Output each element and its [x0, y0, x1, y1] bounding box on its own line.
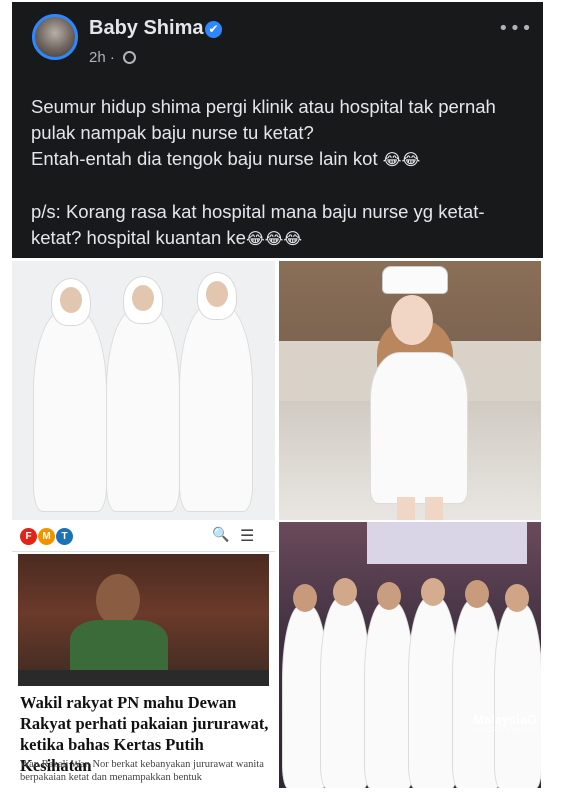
nurse-figure [453, 600, 501, 788]
logo-letter: M [38, 528, 55, 545]
nurse-face [421, 578, 445, 606]
event-banner [367, 522, 527, 564]
avatar[interactable] [32, 14, 78, 60]
post-body: Seumur hidup shima pergi klinik atau hos… [31, 96, 496, 169]
face [391, 295, 433, 345]
leg [397, 497, 415, 520]
verified-badge-icon: ✔ [205, 21, 222, 38]
nurse-face [465, 580, 489, 608]
photo-group-nurses[interactable]: MalaysiaG INDORE2A HARIAN [279, 522, 541, 788]
watermark: MalaysiaG [473, 712, 538, 727]
separator: · [109, 49, 115, 66]
nurse-group [279, 578, 541, 788]
author-name[interactable]: Baby Shima [89, 17, 203, 40]
nurse-figure [34, 311, 106, 511]
nurse-figure [180, 305, 252, 511]
globe-icon [123, 51, 136, 64]
nurse-face [132, 285, 154, 311]
nurse-figure [365, 602, 413, 788]
logo-letter: F [20, 528, 37, 545]
nurse-face [206, 281, 228, 307]
nurse-figure [321, 598, 369, 788]
facebook-post: Baby Shima ✔ 2h · ••• Seumur hidup shima… [12, 2, 543, 258]
nurse-face [377, 582, 401, 610]
podium [18, 670, 269, 686]
laughing-emoji: 😂😂😂 [245, 229, 303, 248]
more-options-icon[interactable]: ••• [498, 18, 533, 39]
nurse-face [293, 584, 317, 612]
leg [425, 497, 443, 520]
watermark-subtext: INDORE2A HARIAN [475, 728, 538, 734]
search-icon[interactable]: 🔍 [212, 527, 229, 543]
nurse-figure [495, 604, 541, 788]
nurse-face [60, 287, 82, 313]
laughing-emoji: 😂😂 [382, 150, 421, 169]
timestamp-text: 2h [89, 49, 106, 66]
nurse-figure [107, 309, 179, 511]
nurse-cap [383, 267, 447, 293]
nurse-dress [371, 353, 467, 503]
nurse-figure [409, 598, 457, 788]
news-subtext: Wan Razali Wan Nor berkat kebanyakan jur… [20, 759, 264, 783]
menu-icon[interactable]: ☰ [240, 526, 254, 545]
logo-letter: T [56, 528, 73, 545]
photo-three-nurses[interactable] [12, 261, 275, 520]
post-timestamp[interactable]: 2h · [89, 49, 115, 66]
nurse-face [333, 578, 357, 606]
post-text: Seumur hidup shima pergi klinik atau hos… [31, 94, 531, 252]
nurse-face [505, 584, 529, 612]
fmt-logo[interactable]: F M T [20, 528, 73, 545]
speaker-head [96, 574, 140, 626]
news-article-card[interactable]: F M T 🔍 ☰ Wakil rakyat PN mahu Dewan Rak… [12, 522, 275, 788]
news-photo [18, 554, 269, 686]
news-header-bar: F M T 🔍 ☰ [12, 522, 275, 552]
photo-nurse-costume[interactable] [279, 261, 541, 520]
